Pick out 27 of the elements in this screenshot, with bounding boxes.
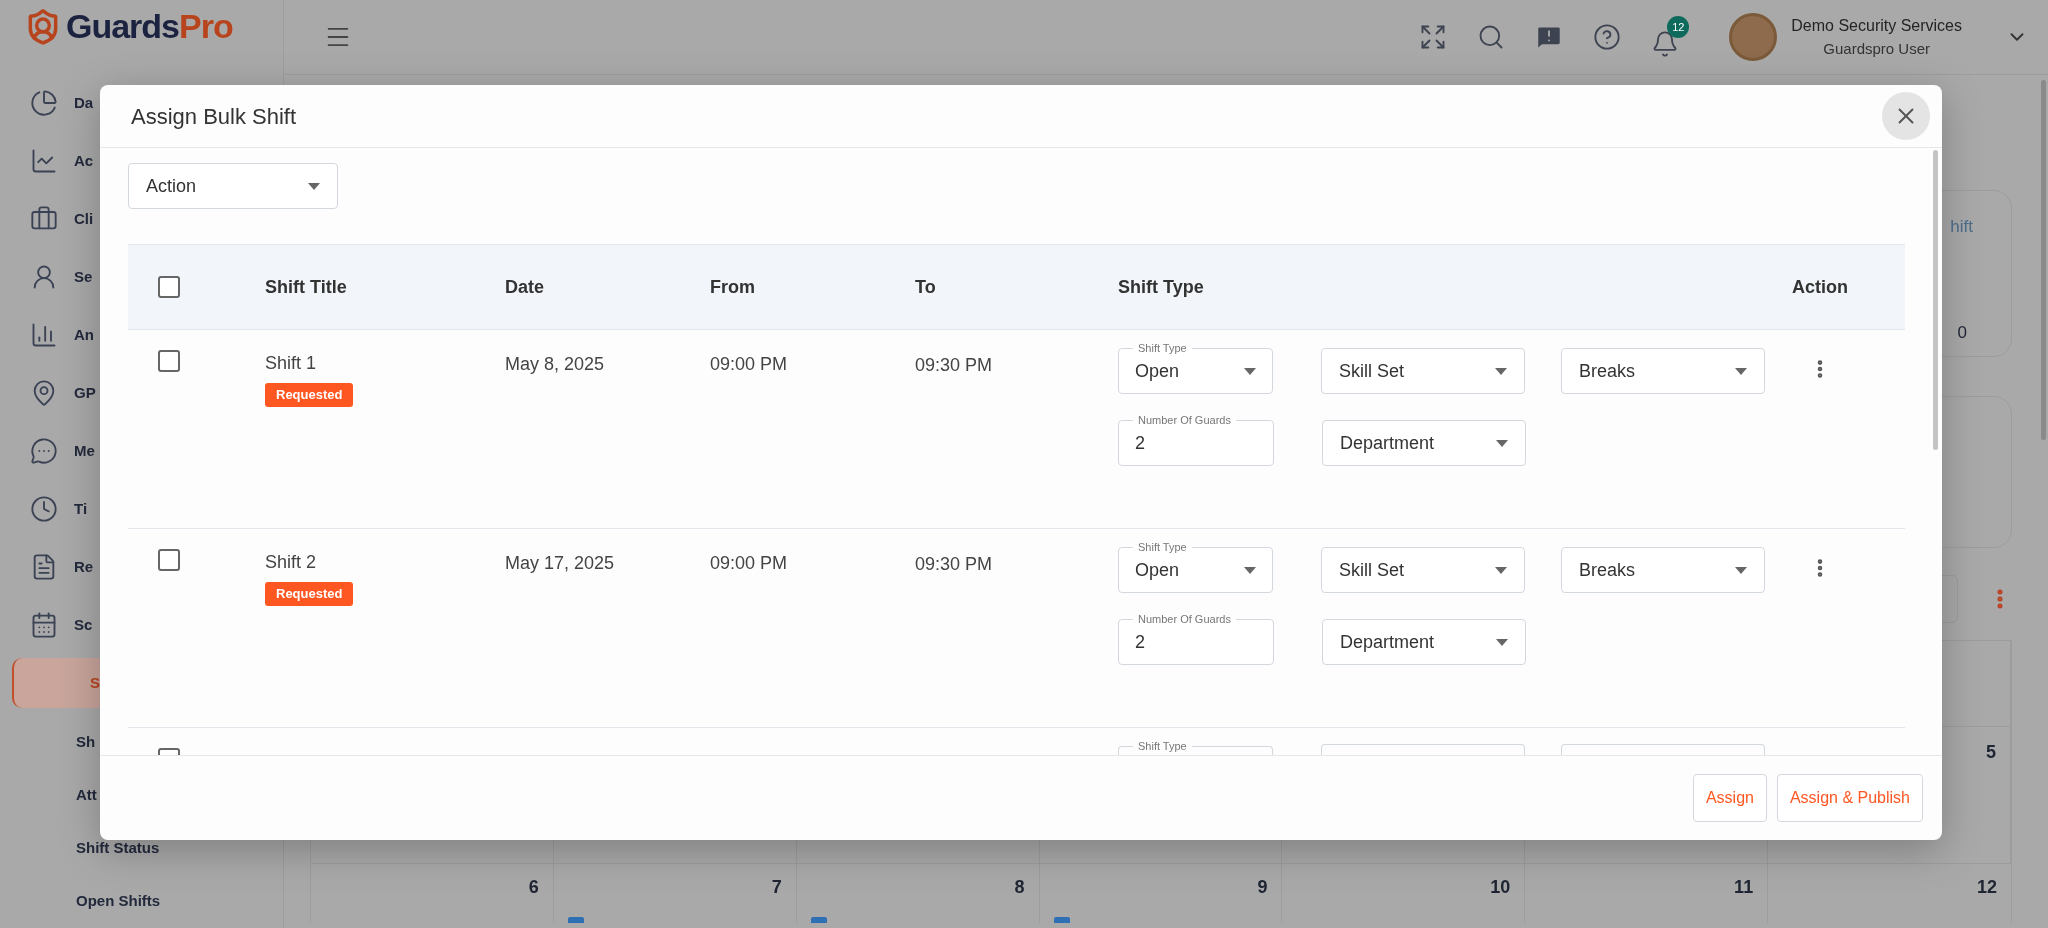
start-time: 09:00 PM — [710, 353, 789, 376]
column-header: To — [915, 275, 936, 299]
column-header: Shift Type — [1118, 275, 1204, 299]
field-label: Number Of Guards — [1137, 414, 1232, 426]
field-label: Shift Type — [1137, 342, 1188, 354]
card-value: 0 — [1957, 321, 1967, 344]
field-label: Number Of Guards — [1137, 613, 1232, 625]
field-label: Shift Type — [1137, 740, 1188, 752]
end-time: 09:30 PM — [915, 553, 994, 576]
dialog-title: Assign Bulk Shift — [131, 102, 297, 131]
status-badge: Requested — [265, 582, 354, 606]
shift-title: Shift 2 — [265, 551, 317, 574]
column-header: From — [710, 275, 755, 299]
field-label: Shift Type — [1137, 541, 1188, 553]
end-time: 09:30 PM — [915, 354, 994, 377]
start-time: 09:00 PM — [710, 552, 789, 575]
column-header: Shift Title — [265, 275, 347, 299]
date-text: May 8, 2025 — [505, 353, 606, 376]
notification-count: 12 — [1667, 16, 1690, 38]
column-header: Date — [505, 275, 544, 299]
column-header: Action — [1792, 275, 1849, 299]
shift-title: Shift 1 — [265, 352, 317, 375]
date-text: May 17, 2025 — [505, 552, 616, 575]
status-badge: Requested — [265, 383, 354, 407]
user-name: Demo Security Services — [1791, 15, 1962, 36]
user-role: Guardspro User — [1823, 38, 1930, 59]
logo-text: GuardsPro — [66, 6, 233, 47]
